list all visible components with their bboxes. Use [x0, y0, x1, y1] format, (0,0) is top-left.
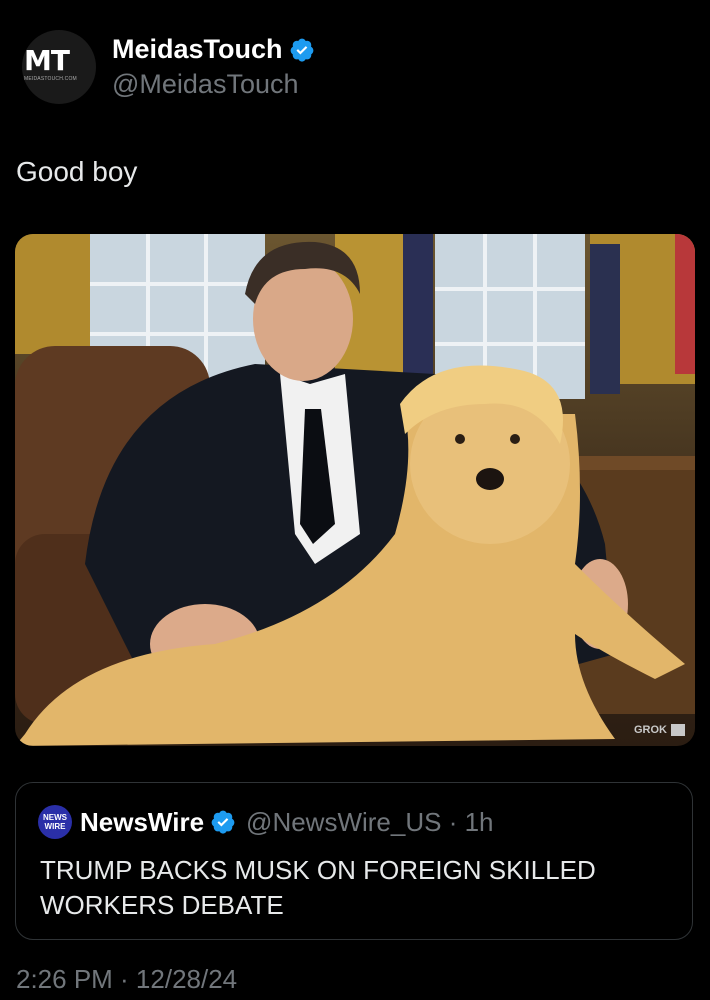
tweet-timestamp[interactable]: 2:26 PM · 12/28/24: [16, 964, 237, 995]
tweet-header: MT MEIDASTOUCH.COM MeidasTouch @MeidasTo…: [22, 30, 315, 104]
media-illustration: [15, 234, 695, 746]
quoted-avatar-text-1: NEWS: [43, 813, 67, 822]
tweet-text: Good boy: [16, 156, 138, 187]
quoted-avatar-text-2: WIRE: [44, 822, 66, 831]
author-display-name[interactable]: MeidasTouch: [112, 34, 283, 65]
quoted-author-name[interactable]: NewsWire: [80, 807, 204, 838]
quoted-tweet-header: NEWS WIRE NewsWire @NewsWire_US · 1h: [38, 805, 494, 839]
media-watermark: GROK: [634, 724, 685, 736]
watermark-icon: [671, 724, 685, 736]
quoted-tweet[interactable]: NEWS WIRE NewsWire @NewsWire_US · 1h TRU…: [15, 782, 693, 940]
tweet-media-image[interactable]: GROK: [15, 234, 695, 746]
author-names: MeidasTouch @MeidasTouch: [112, 34, 315, 100]
verified-badge-icon: [211, 810, 235, 834]
avatar-logo-subtext: MEIDASTOUCH.COM: [24, 76, 77, 82]
quoted-author-meta: @NewsWire_US · 1h: [246, 806, 494, 837]
curtain-left: [15, 234, 90, 354]
dog-nose: [476, 468, 504, 490]
watermark-text: GROK: [634, 724, 667, 736]
flag-dark: [403, 234, 433, 374]
avatar-logo-text: MT: [24, 44, 70, 77]
author-display-name-row[interactable]: MeidasTouch: [112, 34, 315, 65]
verified-badge-icon: [290, 38, 313, 62]
author-avatar[interactable]: MT MEIDASTOUCH.COM: [22, 30, 96, 104]
quoted-author-avatar[interactable]: NEWS WIRE: [38, 805, 72, 839]
quoted-tweet-text: TRUMP BACKS MUSK ON FOREIGN SKILLED WORK…: [40, 855, 596, 920]
author-handle[interactable]: @MeidasTouch: [112, 69, 315, 100]
